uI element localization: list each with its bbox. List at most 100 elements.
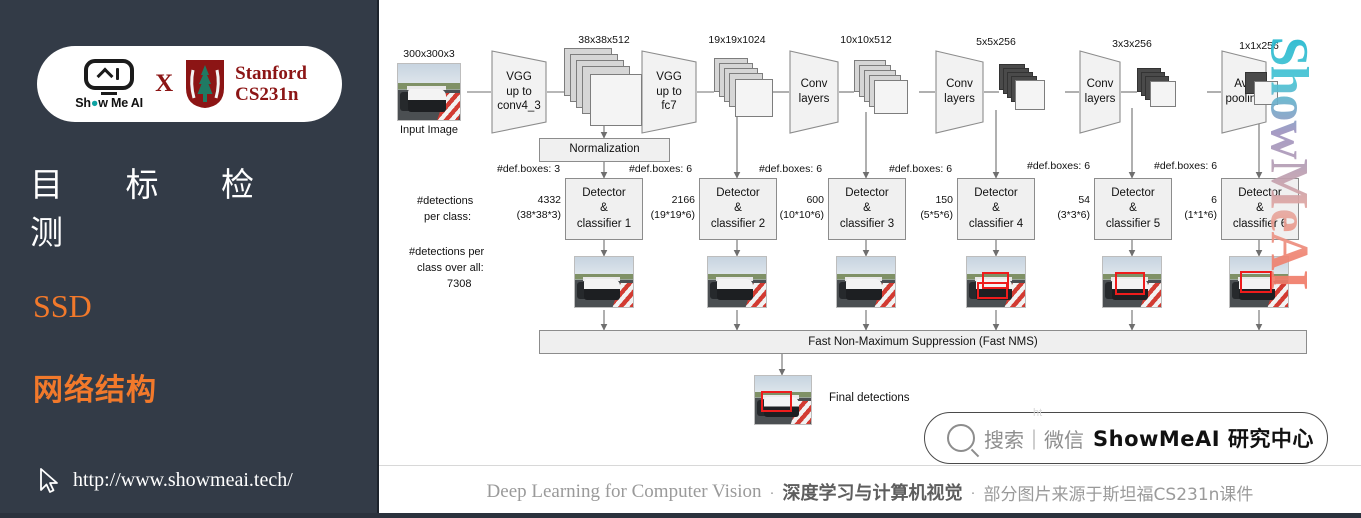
block-vgg-conv43: VGG up to conv4_3 xyxy=(491,50,547,134)
footer-sep2: · xyxy=(970,483,976,501)
search-hint: 搜索｜微信 xyxy=(984,427,1084,452)
main-content: 300x300x3 Input Image VGG up to conv4_3 VG… xyxy=(379,0,1361,518)
defboxes-label-2: #def.boxes: 6 xyxy=(629,163,693,175)
detector-box-5: Detector & classifier 5 xyxy=(1094,178,1172,240)
detector-box-3: Detector & classifier 3 xyxy=(828,178,906,240)
defboxes-label-6: #def.boxes: 6 xyxy=(1154,160,1218,172)
fmap-label-3: 10x10x512 xyxy=(840,34,892,46)
detections-count-6: 6 xyxy=(1211,194,1217,206)
defboxes-label-5: #def.boxes: 6 xyxy=(1027,160,1091,172)
fmap-label-4: 5x5x256 xyxy=(976,36,1016,48)
stanford-label: Stanford CS231n xyxy=(235,63,307,106)
robot-face-icon xyxy=(84,58,135,90)
search-icon xyxy=(947,424,975,452)
logo-neck xyxy=(101,91,118,95)
wechat-search-pill[interactable]: ht 搜索｜微信 ShowMeAI 研究中心 xyxy=(924,407,1328,464)
page-title: 目 标 检 测 xyxy=(30,165,280,252)
per-class-label-line2: per class: xyxy=(424,211,472,223)
detections-formula-5: (3*3*6) xyxy=(1057,209,1090,221)
feature-map-3x3x256 xyxy=(1137,68,1179,112)
footer-part1: Deep Learning for Computer Vision xyxy=(486,481,762,502)
block-conv-1: Conv layers xyxy=(789,50,839,134)
detector-box-2-label: Detector & classifier 2 xyxy=(710,186,766,230)
input-image-thumbnail xyxy=(397,63,461,121)
detection-thumbnail-3 xyxy=(836,256,896,308)
detection-thumbnail-1 xyxy=(574,256,634,308)
input-size-label: 300x300x3 xyxy=(403,48,455,60)
block-vgg-fc7-label: VGG up to fc7 xyxy=(656,70,682,113)
final-detection-thumbnail xyxy=(754,375,812,425)
detections-formula-1: (38*38*3) xyxy=(516,209,561,221)
topic-label: SSD xyxy=(33,288,92,324)
detector-box-4: Detector & classifier 4 xyxy=(957,178,1035,240)
over-all-label-line1: #detections per xyxy=(409,246,485,258)
block-conv-3: Conv layers xyxy=(1079,50,1121,134)
slide-root: Sh●w Me AI X Stanford CS231n 目 标 检 测 SSD… xyxy=(0,0,1361,518)
feature-map-5x5x256 xyxy=(999,64,1047,114)
feature-map-38x38x512 xyxy=(564,48,644,128)
detector-box-5-label: Detector & classifier 5 xyxy=(1105,186,1161,230)
detector-box-2: Detector & classifier 2 xyxy=(699,178,777,240)
detections-count-3: 600 xyxy=(806,194,824,206)
detector-box-1: Detector & classifier 1 xyxy=(565,178,643,240)
showmeai-watermark-text: ShowMeAI xyxy=(1259,36,1320,290)
defboxes-label-4: #def.boxes: 6 xyxy=(889,163,953,175)
chevron-up-icon xyxy=(96,67,114,84)
input-image-caption: Input Image xyxy=(399,124,459,136)
stanford-shield-icon xyxy=(184,58,226,110)
detector-box-4-label: Detector & classifier 4 xyxy=(968,186,1024,230)
showmeai-watermark: ShowMeAI xyxy=(1259,18,1319,308)
detections-formula-3: (10*10*6) xyxy=(779,209,824,221)
detector-box-3-label: Detector & classifier 3 xyxy=(839,186,895,230)
subtopic-label: 网络结构 xyxy=(33,373,157,408)
stanford-line1: Stanford xyxy=(235,62,307,84)
cross-symbol: X xyxy=(155,70,174,97)
over-all-value: 7308 xyxy=(447,278,472,290)
sidebar: Sh●w Me AI X Stanford CS231n 目 标 检 测 SSD… xyxy=(0,0,379,518)
detection-thumbnail-5 xyxy=(1102,256,1162,308)
defboxes-label-1: #def.boxes: 3 xyxy=(497,163,561,175)
ghost-text: ht xyxy=(1033,407,1043,419)
bar-icon xyxy=(115,68,120,80)
detector-box-1-label: Detector & classifier 1 xyxy=(576,186,632,230)
detections-count-2: 2166 xyxy=(671,194,695,206)
final-detections-label: Final detections xyxy=(829,392,910,404)
block-conv-2: Conv layers xyxy=(935,50,984,134)
showmeai-wordmark: Sh●w Me AI xyxy=(75,95,143,110)
showmeai-logo: Sh●w Me AI xyxy=(72,58,146,110)
stanford-shield-svg xyxy=(186,60,225,108)
site-url[interactable]: http://www.showmeai.tech/ xyxy=(36,466,293,494)
detections-count-5: 54 xyxy=(1078,194,1090,206)
detection-thumbnail-2 xyxy=(707,256,767,308)
detections-count-4: 150 xyxy=(935,194,953,206)
search-brand: ShowMeAI 研究中心 xyxy=(1093,427,1314,451)
nms-bar: Fast Non-Maximum Suppression (Fast NMS) xyxy=(539,330,1307,354)
feature-map-19x19x1024 xyxy=(714,58,774,120)
block-conv-2-label: Conv layers xyxy=(944,78,975,105)
per-class-label-line1: #detections xyxy=(417,195,474,207)
over-all-label-line2: class over all: xyxy=(417,262,484,274)
detection-thumbnail-4 xyxy=(966,256,1026,308)
block-vgg-fc7: VGG up to fc7 xyxy=(641,50,697,134)
block-conv-1-label: Conv layers xyxy=(798,78,830,105)
defboxes-label-3: #def.boxes: 6 xyxy=(759,163,823,175)
logo-badge: Sh●w Me AI X Stanford CS231n xyxy=(37,46,342,122)
normalization-box: Normalization xyxy=(539,138,670,162)
ssd-architecture-diagram: 300x300x3 Input Image VGG up to conv4_3 VG… xyxy=(379,0,1361,518)
detections-formula-6: (1*1*6) xyxy=(1184,209,1217,221)
footer-sep1: · xyxy=(769,483,775,501)
feature-map-10x10x512 xyxy=(854,60,910,118)
footer: Deep Learning for Computer Vision · 深度学习… xyxy=(379,465,1361,518)
fmap-label-1: 38x38x512 xyxy=(578,34,630,46)
fmap-label-5: 3x3x256 xyxy=(1112,38,1152,50)
detections-formula-4: (5*5*6) xyxy=(920,209,953,221)
bottom-bar xyxy=(0,513,1361,518)
stanford-line2: CS231n xyxy=(235,84,299,105)
footer-part3: 部分图片来源于斯坦福CS231n课件 xyxy=(983,484,1254,505)
detections-count-1: 4332 xyxy=(537,194,561,206)
site-url-text: http://www.showmeai.tech/ xyxy=(73,468,293,491)
detections-formula-2: (19*19*6) xyxy=(650,209,695,221)
block-conv-3-label: Conv layers xyxy=(1084,78,1116,105)
cursor-icon xyxy=(40,468,58,493)
block-vgg-conv43-label: VGG up to conv4_3 xyxy=(497,70,541,113)
